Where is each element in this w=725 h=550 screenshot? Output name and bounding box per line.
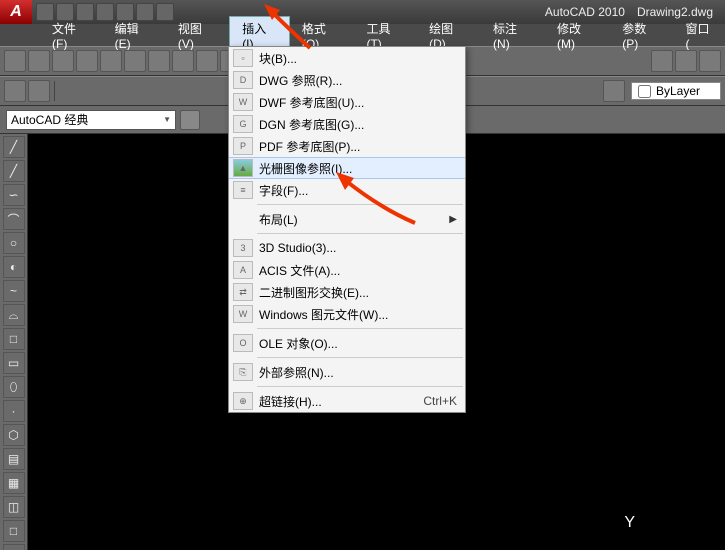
draw-tool-4[interactable]: ○ xyxy=(3,232,25,254)
menu-edit[interactable]: 编辑(E) xyxy=(103,17,166,54)
draw-tool-5[interactable]: ◐ xyxy=(3,256,25,278)
menu-separator xyxy=(257,204,463,205)
menu-item-xref[interactable]: ⎘外部参照(N)... xyxy=(229,361,465,383)
app-logo[interactable]: A xyxy=(0,0,32,24)
menu-separator xyxy=(257,328,463,329)
pdf-icon: P xyxy=(233,137,253,155)
ole-icon: O xyxy=(233,334,253,352)
draw-tool-1[interactable]: ╱ xyxy=(3,160,25,182)
tb-table-icon[interactable] xyxy=(675,50,697,72)
acis-icon: A xyxy=(233,261,253,279)
menu-param[interactable]: 参数(P) xyxy=(610,17,673,54)
draw-tool-6[interactable]: ~ xyxy=(3,280,25,302)
workspace-combo[interactable]: AutoCAD 经典 ▼ xyxy=(6,110,176,130)
xref-icon: ⎘ xyxy=(233,363,253,381)
3ds-icon: 3 xyxy=(233,239,253,257)
tb-color-icon[interactable] xyxy=(603,80,625,102)
submenu-arrow-icon: ▶ xyxy=(449,214,457,225)
tb-layerprop-icon[interactable] xyxy=(28,80,50,102)
menu-file[interactable]: 文件(F) xyxy=(40,17,103,54)
tb-publish-icon[interactable] xyxy=(124,50,146,72)
menu-item-3ds[interactable]: 33D Studio(3)... xyxy=(229,237,465,259)
tb-new-icon[interactable] xyxy=(4,50,26,72)
menu-bar: 文件(F) 编辑(E) 视图(V) 插入(I) 格式(O) 工具(T) 绘图(D… xyxy=(0,24,725,46)
bylayer-checkbox[interactable] xyxy=(638,85,651,98)
draw-tool-17[interactable]: A xyxy=(3,544,25,550)
bylayer-label: ByLayer xyxy=(656,84,700,98)
draw-tool-7[interactable]: ⌓ xyxy=(3,304,25,326)
menu-item-dwfunder[interactable]: WDWF 参考底图(U)... xyxy=(229,91,465,113)
menu-item-pdfunder[interactable]: PPDF 参考底图(P)... xyxy=(229,135,465,157)
draw-tool-10[interactable]: ⬯ xyxy=(3,376,25,398)
tb-print-icon[interactable] xyxy=(76,50,98,72)
dxb-icon: ⇄ xyxy=(233,283,253,301)
tb-dim-icon[interactable] xyxy=(651,50,673,72)
menu-item-wmf[interactable]: WWindows 图元文件(W)... xyxy=(229,303,465,325)
tb-copy-icon[interactable] xyxy=(172,50,194,72)
block-icon: ▫ xyxy=(233,49,253,67)
tb-separator xyxy=(54,81,58,101)
menu-item-field[interactable]: ≡字段(F)... xyxy=(229,179,465,201)
bylayer-combo[interactable]: ByLayer xyxy=(631,82,721,101)
dgn-icon: G xyxy=(233,115,253,133)
workspace-gear-icon[interactable] xyxy=(180,110,200,130)
menu-window[interactable]: 窗口( xyxy=(674,17,725,54)
menu-item-dgnunder[interactable]: GDGN 参考底图(G)... xyxy=(229,113,465,135)
tb-layer-icon[interactable] xyxy=(4,80,26,102)
hyperlink-icon: ⊕ xyxy=(233,392,253,410)
draw-tool-13[interactable]: ▤ xyxy=(3,448,25,470)
tb-preview-icon[interactable] xyxy=(100,50,122,72)
draw-tool-8[interactable]: □ xyxy=(3,328,25,350)
menu-item-dwgref[interactable]: DDWG 参照(R)... xyxy=(229,69,465,91)
menu-item-ole[interactable]: OOLE 对象(O)... xyxy=(229,332,465,354)
shortcut-label: Ctrl+K xyxy=(423,394,457,408)
draw-tool-15[interactable]: ◫ xyxy=(3,496,25,518)
menu-separator xyxy=(257,357,463,358)
tb-cut-icon[interactable] xyxy=(148,50,170,72)
draw-tool-12[interactable]: ⬡ xyxy=(3,424,25,446)
draw-toolbar: ╱╱∽⌒○◐~⌓□▭⬯·⬡▤▦◫□A xyxy=(0,134,28,550)
menu-item-acis[interactable]: AACIS 文件(A)... xyxy=(229,259,465,281)
cursor-indicator: Y xyxy=(624,514,635,532)
menu-modify[interactable]: 修改(M) xyxy=(545,17,610,54)
draw-tool-16[interactable]: □ xyxy=(3,520,25,542)
insert-menu-dropdown: ▫块(B)... DDWG 参照(R)... WDWF 参考底图(U)... G… xyxy=(228,46,466,413)
menu-separator xyxy=(257,233,463,234)
menu-item-hyperlink[interactable]: ⊕超链接(H)...Ctrl+K xyxy=(229,390,465,412)
menu-view[interactable]: 视图(V) xyxy=(166,17,229,54)
draw-tool-11[interactable]: · xyxy=(3,400,25,422)
tb-dist-icon[interactable] xyxy=(699,50,721,72)
field-icon: ≡ xyxy=(233,181,253,199)
tb-open-icon[interactable] xyxy=(28,50,50,72)
tb-paste-icon[interactable] xyxy=(196,50,218,72)
menu-item-binex[interactable]: ⇄二进制图形交换(E)... xyxy=(229,281,465,303)
draw-tool-2[interactable]: ∽ xyxy=(3,184,25,206)
image-icon: ▲ xyxy=(233,159,253,177)
menu-separator xyxy=(257,386,463,387)
menu-dim[interactable]: 标注(N) xyxy=(481,17,545,54)
wmf-icon: W xyxy=(233,305,253,323)
workspace-combo-label: AutoCAD 经典 xyxy=(11,111,88,128)
dwf-icon: W xyxy=(233,93,253,111)
menu-item-block[interactable]: ▫块(B)... xyxy=(229,47,465,69)
draw-tool-0[interactable]: ╱ xyxy=(3,136,25,158)
draw-tool-9[interactable]: ▭ xyxy=(3,352,25,374)
tb-save-icon[interactable] xyxy=(52,50,74,72)
menu-item-raster[interactable]: ▲光栅图像参照(I)... xyxy=(229,157,465,179)
draw-tool-14[interactable]: ▦ xyxy=(3,472,25,494)
draw-tool-3[interactable]: ⌒ xyxy=(3,208,25,230)
dwg-icon: D xyxy=(233,71,253,89)
menu-item-layout[interactable]: 布局(L)▶ xyxy=(229,208,465,230)
chevron-down-icon: ▼ xyxy=(163,115,171,124)
